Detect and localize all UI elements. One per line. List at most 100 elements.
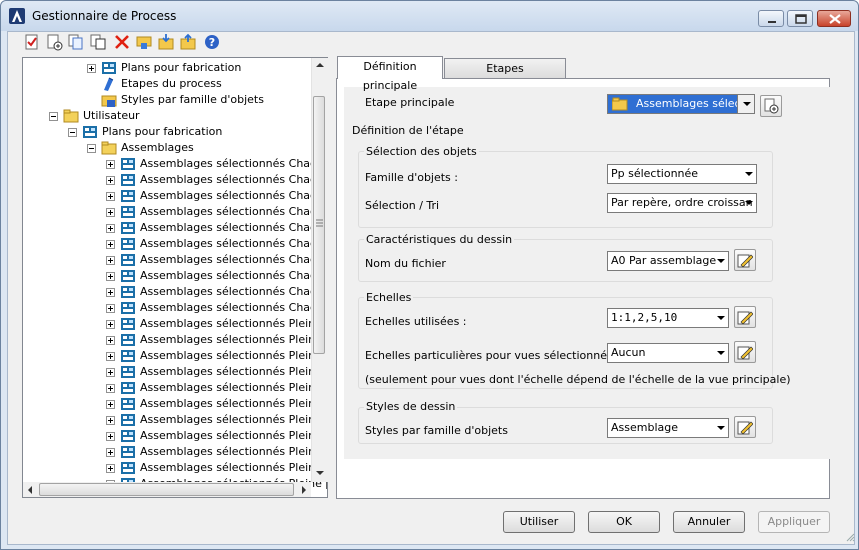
tree-vertical-thumb[interactable] — [313, 96, 325, 354]
expand-icon[interactable] — [106, 448, 115, 457]
minimize-button[interactable] — [758, 10, 784, 27]
edit-special-scales-button[interactable] — [734, 341, 756, 363]
tree-item[interactable]: Assemblages sélectionnés Pleine page A — [23, 332, 327, 348]
sort-select[interactable]: Par repère, ordre croissan — [607, 193, 757, 213]
scales-used-select[interactable]: 1:1,2,5,10 — [607, 308, 729, 328]
tree-horizontal-thumb[interactable] — [39, 483, 294, 496]
expand-icon[interactable] — [106, 384, 115, 393]
tree-item[interactable]: Plans pour fabrication — [23, 124, 323, 140]
apply-button[interactable]: Appliquer — [758, 511, 830, 533]
chevron-down-icon[interactable] — [737, 95, 754, 113]
help-icon[interactable]: ? — [203, 33, 221, 51]
tree-item[interactable]: Assemblages sélectionnés Pleine page A — [23, 380, 327, 396]
chevron-down-icon[interactable] — [712, 419, 728, 437]
expand-icon[interactable] — [106, 160, 115, 169]
tree-item[interactable]: Assemblages sélectionnés Pleine page A — [23, 428, 327, 444]
chevron-down-icon[interactable] — [740, 165, 756, 183]
tree-item[interactable]: Assemblages sélectionnés Pleine page A — [23, 460, 327, 476]
maximize-icon — [795, 14, 807, 24]
collapse-icon[interactable] — [49, 112, 58, 121]
tree-item[interactable]: Utilisateur — [23, 108, 323, 124]
expand-icon[interactable] — [106, 256, 115, 265]
tab-additional-steps[interactable]: Etapes supplémentaires — [444, 58, 566, 94]
chevron-down-icon[interactable] — [712, 344, 728, 362]
styles-select[interactable]: Assemblage — [607, 418, 729, 438]
paste-icon[interactable] — [89, 33, 107, 51]
export-icon[interactable] — [179, 33, 197, 51]
expand-icon[interactable] — [106, 432, 115, 441]
tree-item[interactable]: Assemblages sélectionnés Pleine page A — [23, 396, 327, 412]
family-select[interactable]: Pp sélectionnée — [607, 164, 757, 184]
use-button[interactable]: Utiliser — [503, 511, 575, 533]
tree-item[interactable]: Assemblages sélectionnés Pleine page A — [23, 364, 327, 380]
close-button[interactable] — [817, 10, 851, 27]
add-step-button[interactable] — [760, 95, 782, 117]
edit-icon — [737, 421, 753, 435]
new-icon[interactable] — [23, 33, 41, 51]
tree-item[interactable]: Etapes du process — [23, 76, 323, 92]
special-scales-select[interactable]: Aucun — [607, 343, 729, 363]
scroll-up-icon[interactable] — [315, 62, 325, 68]
filename-select[interactable]: A0 Par assemblage — [607, 251, 729, 271]
expand-icon[interactable] — [106, 368, 115, 377]
tree-item[interactable]: Plans pour fabrication — [23, 60, 323, 76]
tab-main-definition[interactable]: Définition principale — [337, 56, 443, 92]
expand-icon[interactable] — [106, 224, 115, 233]
expand-icon[interactable] — [87, 64, 96, 73]
process-tree[interactable]: Plans pour fabrication Etapes du process S… — [22, 57, 328, 498]
tree-item[interactable]: Assemblages sélectionnés Chaque A0 - — [23, 172, 327, 188]
edit-filename-button[interactable] — [734, 249, 756, 271]
tree-item-label: Assemblages sélectionnés Chaque A2 — [140, 221, 328, 234]
edit-scales-button[interactable] — [734, 306, 756, 328]
tree-item[interactable]: Assemblages sélectionnés Chaque A4 - — [23, 300, 327, 316]
expand-icon[interactable] — [106, 176, 115, 185]
expand-icon[interactable] — [106, 400, 115, 409]
copy-icon[interactable] — [67, 33, 85, 51]
expand-icon[interactable] — [106, 240, 115, 249]
delete-icon[interactable] — [113, 33, 131, 51]
scroll-left-icon[interactable] — [27, 485, 33, 495]
tree-item[interactable]: Assemblages sélectionnés Chaque A1 - — [23, 204, 327, 220]
expand-icon[interactable] — [106, 416, 115, 425]
chevron-down-icon[interactable] — [740, 194, 756, 212]
tree-item[interactable]: Assemblages sélectionnés Chaque A1 — [23, 188, 327, 204]
resize-grip-icon[interactable] — [845, 532, 855, 542]
tree-item[interactable]: Assemblages sélectionnés Chaque A3 — [23, 252, 327, 268]
folder-up-icon[interactable] — [135, 33, 153, 51]
import-icon[interactable] — [157, 33, 175, 51]
expand-icon[interactable] — [106, 288, 115, 297]
ok-button[interactable]: OK — [588, 511, 660, 533]
expand-icon[interactable] — [106, 464, 115, 473]
maximize-button[interactable] — [787, 10, 813, 27]
tree-item[interactable]: Assemblages sélectionnés Chaque A3 - — [23, 268, 327, 284]
collapse-icon[interactable] — [87, 144, 96, 153]
scroll-right-icon[interactable] — [301, 485, 307, 495]
tree-item[interactable]: Styles par famille d'objets — [23, 92, 323, 108]
tree-item[interactable]: Assemblages sélectionnés Chaque A2 - — [23, 236, 327, 252]
expand-icon[interactable] — [106, 352, 115, 361]
tree-item[interactable]: Assemblages sélectionnés Chaque A2 — [23, 220, 327, 236]
expand-icon[interactable] — [106, 320, 115, 329]
main-step-combo[interactable]: Assemblages sélectio — [607, 94, 755, 114]
expand-icon[interactable] — [106, 192, 115, 201]
add-document-icon[interactable] — [45, 33, 63, 51]
tree-item[interactable]: Assemblages sélectionnés Pleine page A — [23, 412, 327, 428]
tree-item[interactable]: Assemblages sélectionnés Chaque A4 — [23, 284, 327, 300]
tree-item-label: Assemblages sélectionnés Chaque A0 — [140, 157, 328, 170]
chevron-down-icon[interactable] — [712, 309, 728, 327]
expand-icon[interactable] — [106, 304, 115, 313]
expand-icon[interactable] — [106, 336, 115, 345]
collapse-icon[interactable] — [68, 128, 77, 137]
expand-icon[interactable] — [106, 208, 115, 217]
tree-item[interactable]: Assemblages sélectionnés Pleine page A — [23, 348, 327, 364]
title-bar[interactable]: Gestionnaire de Process — [1, 1, 858, 31]
tree-item[interactable]: Assemblages — [23, 140, 323, 156]
tree-item[interactable]: Assemblages sélectionnés Pleine page A — [23, 444, 327, 460]
cancel-button[interactable]: Annuler — [673, 511, 745, 533]
tree-item[interactable]: Assemblages sélectionnés Pleine page A — [23, 316, 327, 332]
tree-item[interactable]: Assemblages sélectionnés Chaque A0 — [23, 156, 327, 172]
scroll-down-icon[interactable] — [315, 470, 325, 476]
chevron-down-icon[interactable] — [712, 252, 728, 270]
expand-icon[interactable] — [106, 272, 115, 281]
edit-styles-button[interactable] — [734, 416, 756, 438]
